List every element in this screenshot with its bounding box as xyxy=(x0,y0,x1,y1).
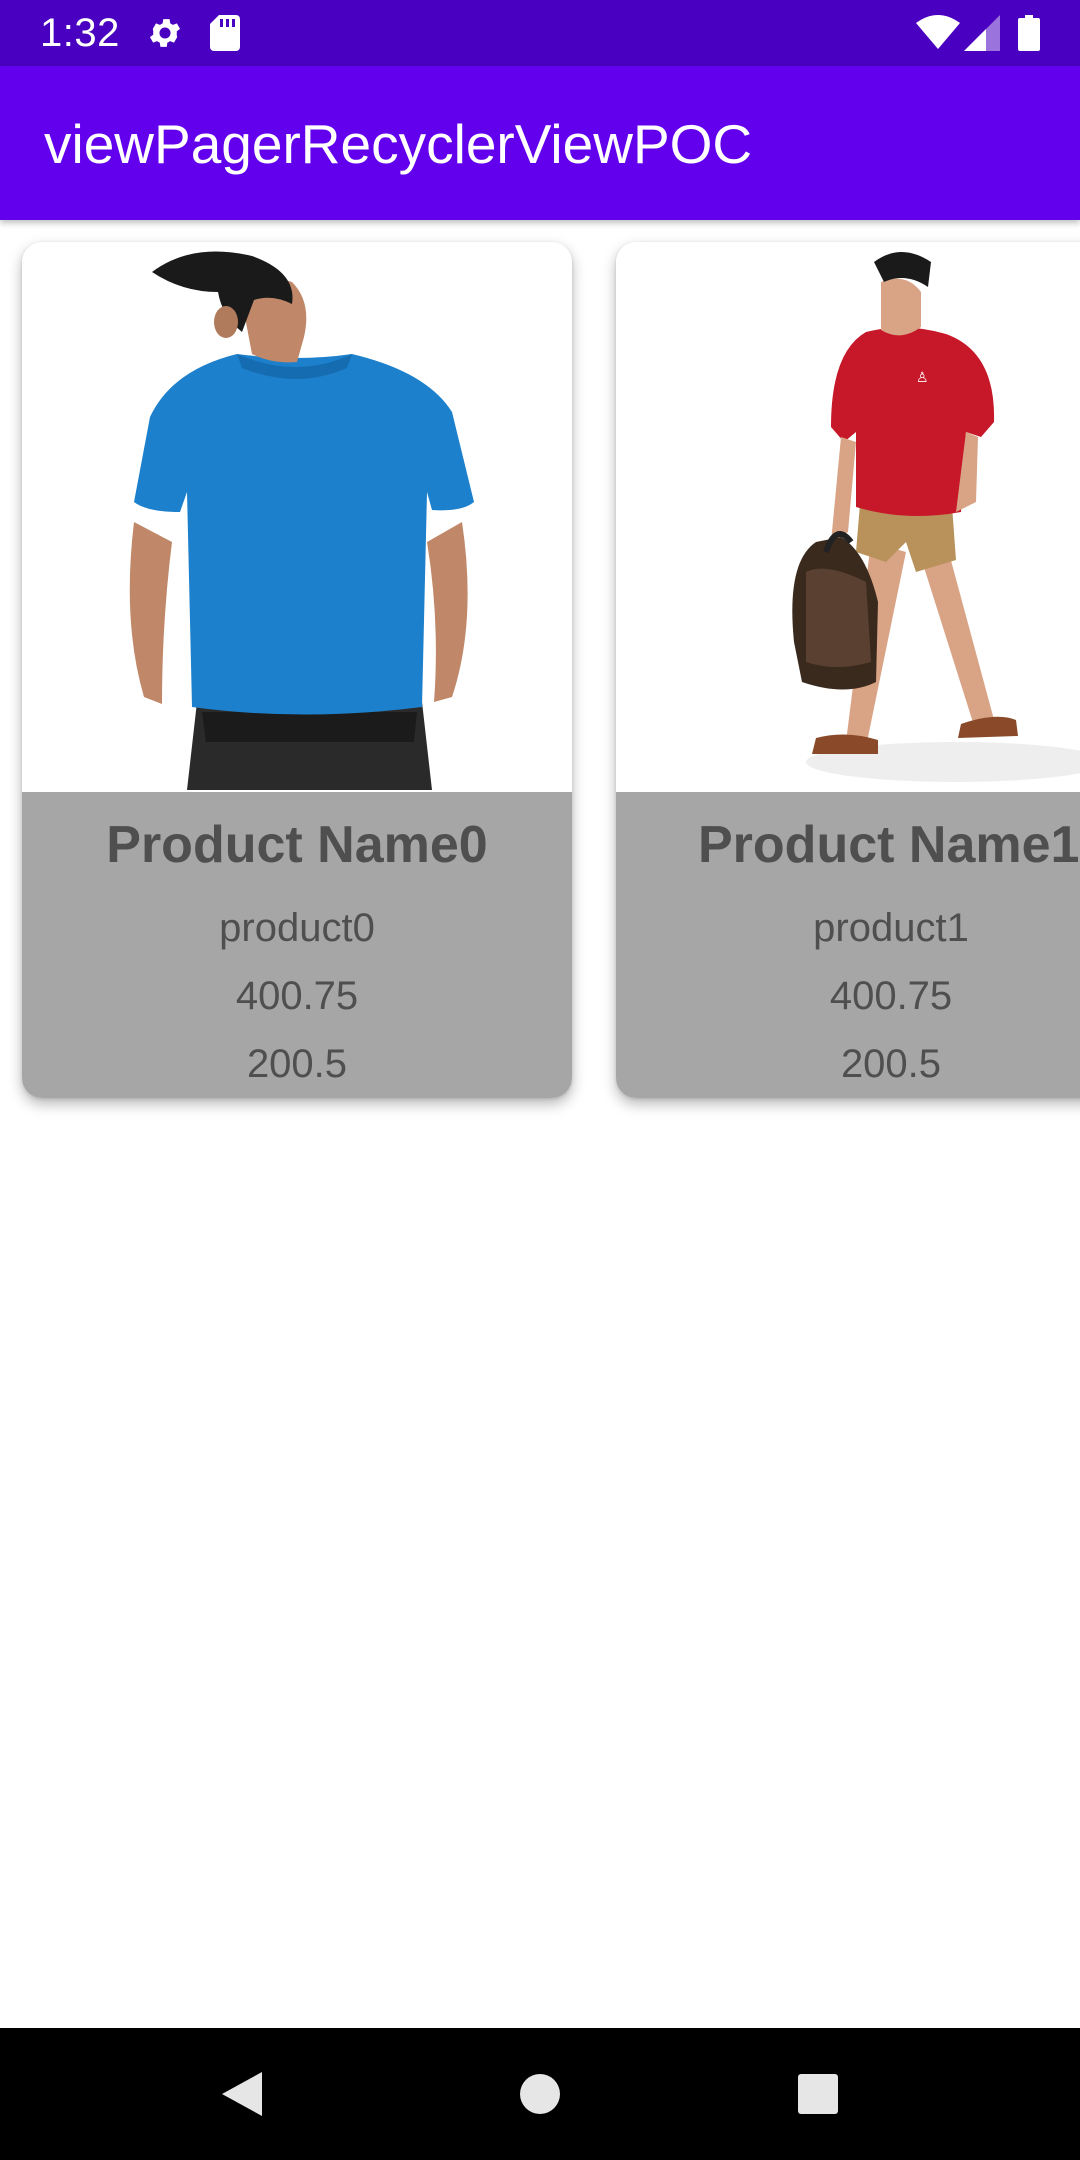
product-price: 400.75 xyxy=(235,974,359,1018)
navigation-bar xyxy=(0,2028,1080,2160)
status-time: 1:32 xyxy=(40,11,120,55)
product-name: Product Name0 xyxy=(106,816,488,874)
product-info: Product Name1 product1 400.75 200.5 xyxy=(616,792,1080,1098)
product-name: Product Name1 xyxy=(698,816,1080,874)
sd-card-icon xyxy=(210,15,240,51)
status-bar: 1:32 xyxy=(0,0,1080,66)
recents-icon[interactable] xyxy=(780,2056,856,2132)
product-info: Product Name0 product0 400.75 200.5 xyxy=(22,792,572,1098)
app-bar: viewPagerRecyclerViewPOC xyxy=(0,66,1080,220)
back-icon[interactable] xyxy=(204,2056,280,2132)
product-price: 400.75 xyxy=(829,974,953,1018)
product-discount-price: 200.5 xyxy=(840,1042,942,1086)
gear-icon xyxy=(146,14,184,52)
home-icon[interactable] xyxy=(502,2056,578,2132)
product-discount-price: 200.5 xyxy=(246,1042,348,1086)
product-list[interactable]: Product Name0 product0 400.75 200.5 ♙ Pr… xyxy=(0,220,1080,1160)
product-image xyxy=(22,242,572,792)
signal-icon xyxy=(964,15,1000,51)
svg-text:♙: ♙ xyxy=(916,370,929,386)
product-card[interactable]: ♙ Product Name1 product1 400.75 200.5 xyxy=(616,242,1080,1098)
app-title: viewPagerRecyclerViewPOC xyxy=(44,113,753,175)
battery-icon xyxy=(1018,15,1040,51)
product-id: product0 xyxy=(219,906,375,950)
product-id: product1 xyxy=(813,906,969,950)
wifi-icon xyxy=(916,15,960,51)
product-image: ♙ xyxy=(616,242,1080,792)
product-card[interactable]: Product Name0 product0 400.75 200.5 xyxy=(22,242,572,1098)
